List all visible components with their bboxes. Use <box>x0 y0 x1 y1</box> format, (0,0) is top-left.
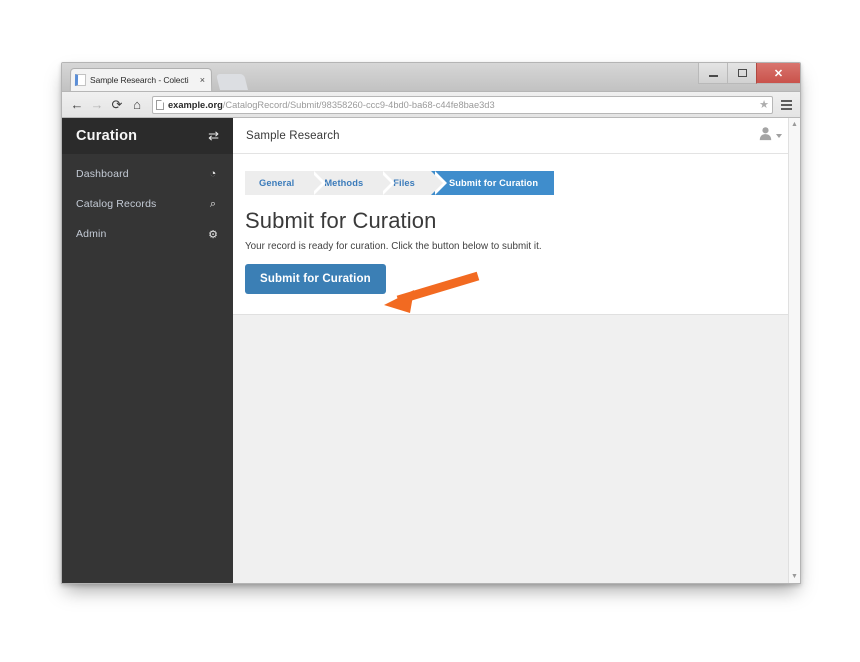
wizard-step-label: Methods <box>324 178 364 188</box>
reload-icon[interactable]: ⟳ <box>107 95 127 115</box>
browser-window: Sample Research - Colecti × ✕ ← → ⟳ ⌂ ex… <box>61 62 801 584</box>
wizard-step-label: General <box>259 178 295 188</box>
forward-icon[interactable]: → <box>87 95 107 115</box>
wizard-step-label: Submit for Curation <box>448 178 539 188</box>
content-panel: General Methods Files Submit for Curatio… <box>233 154 800 315</box>
sidebar-item-label: Admin <box>76 228 107 240</box>
gear-icon: ⚙ <box>208 228 218 241</box>
wizard-step-general[interactable]: General <box>245 171 327 195</box>
home-icon[interactable]: ⌂ <box>127 95 147 115</box>
back-icon[interactable]: ← <box>67 95 87 115</box>
sidebar-brand[interactable]: Curation ⇄ <box>62 118 233 154</box>
sidebar-item-admin[interactable]: Admin ⚙ <box>62 219 233 249</box>
hamburger-menu-icon[interactable] <box>777 96 795 114</box>
page-lead-text: Your record is ready for curation. Click… <box>245 241 542 252</box>
sidebar: Curation ⇄ Dashboard ◔ Catalog Records ⌕… <box>62 118 233 583</box>
wizard-steps: General Methods Files Submit for Curatio… <box>245 171 782 195</box>
page-viewport: Curation ⇄ Dashboard ◔ Catalog Records ⌕… <box>62 118 800 583</box>
menu-line <box>780 103 792 106</box>
close-window-button[interactable]: ✕ <box>756 63 800 84</box>
avatar-icon <box>758 126 773 145</box>
submit-for-curation-button[interactable]: Submit for Curation <box>245 264 386 294</box>
menu-line <box>780 107 792 110</box>
user-menu[interactable] <box>758 126 782 145</box>
address-bar[interactable]: example.org/CatalogRecord/Submit/9835826… <box>152 95 773 114</box>
sidebar-brand-title: Curation <box>76 128 138 144</box>
url-path: /CatalogRecord/Submit/98358260-ccc9-4bd0… <box>222 99 495 110</box>
caret-down-icon <box>776 133 782 138</box>
page-navbar: Sample Research <box>233 118 800 154</box>
new-tab-button[interactable] <box>216 74 248 90</box>
menu-line <box>780 99 792 102</box>
dashboard-dial-icon: ◔ <box>209 168 217 180</box>
bookmark-star-icon[interactable]: ★ <box>759 98 769 111</box>
search-icon: ⌕ <box>209 197 217 210</box>
main-content: Sample Research General Methods Files Su… <box>233 118 800 583</box>
sidebar-item-label: Catalog Records <box>76 198 157 210</box>
document-favicon-icon <box>74 74 87 87</box>
browser-tab-title: Sample Research - Colecti <box>89 75 189 86</box>
page-scrollbar[interactable]: ▲ ▼ <box>788 118 800 583</box>
scroll-up-arrow-icon[interactable]: ▲ <box>791 118 798 131</box>
sidebar-item-dashboard[interactable]: Dashboard ◔ <box>62 159 233 189</box>
wizard-step-label: Files <box>393 178 415 188</box>
wizard-step-submit-for-curation[interactable]: Submit for Curation <box>430 171 555 195</box>
address-bar-url: example.org/CatalogRecord/Submit/9835826… <box>168 100 756 110</box>
browser-tab[interactable]: Sample Research - Colecti × <box>69 68 213 92</box>
browser-toolbar: ← → ⟳ ⌂ example.org/CatalogRecord/Submit… <box>62 92 800 118</box>
minimize-icon <box>708 75 718 77</box>
window-controls: ✕ <box>698 63 800 85</box>
page-title: Sample Research <box>246 129 340 142</box>
sidebar-item-label: Dashboard <box>76 168 129 180</box>
browser-title-bar: Sample Research - Colecti × ✕ <box>62 63 800 92</box>
page-heading: Submit for Curation <box>245 208 437 233</box>
url-domain: example.org <box>168 99 223 110</box>
close-tab-icon[interactable]: × <box>198 75 207 85</box>
page-info-icon <box>156 99 164 110</box>
maximize-icon <box>737 69 747 77</box>
sidebar-item-catalog-records[interactable]: Catalog Records ⌕ <box>62 189 233 219</box>
maximize-window-button[interactable] <box>727 63 756 84</box>
scroll-down-arrow-icon[interactable]: ▼ <box>791 570 798 583</box>
sidebar-toggle-icon[interactable]: ⇄ <box>208 128 219 144</box>
minimize-window-button[interactable] <box>698 63 727 84</box>
